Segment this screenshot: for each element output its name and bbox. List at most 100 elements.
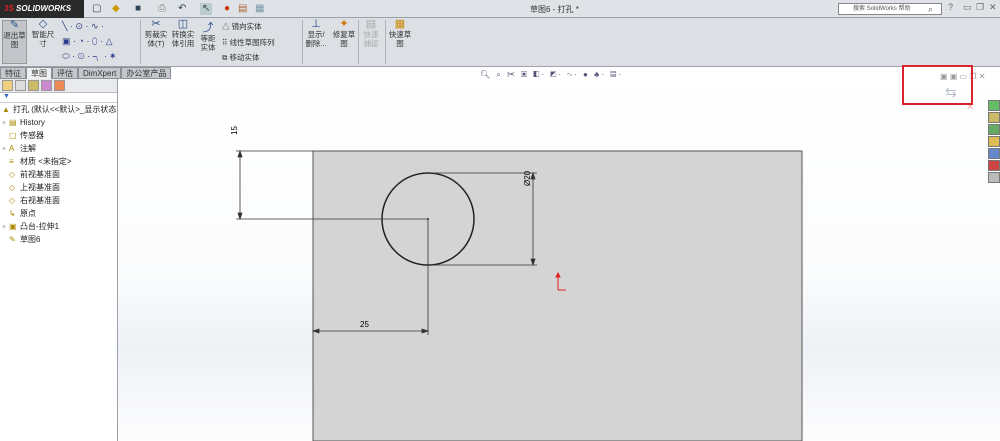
repair-label: 修复草图	[332, 30, 356, 48]
trim-icon: ✂	[151, 18, 161, 30]
repair-sketch-button[interactable]: ✦ 修复草图	[332, 18, 356, 49]
tree-item[interactable]: ◇ 前视基准面	[0, 168, 117, 181]
file-properties-icon[interactable]: ▤	[238, 3, 247, 15]
tree-item[interactable]: + ▤ History	[0, 116, 117, 129]
title-bar: 3S SOLIDWORKS ▢ ◆ ■ ⎙ ↶ ↖ ● ▤ ▦ 草图6 - 打孔…	[0, 0, 1000, 18]
tree-item-label: 传感器	[20, 131, 44, 140]
display-delete-relations-button[interactable]: ⊥ 显示/删除...	[304, 19, 328, 49]
tree-item[interactable]: ≡ 材质 <未指定>	[0, 155, 117, 168]
command-manager: ✎ 退出草图 ◇ 智能尺寸 ╲ · ⊙ · ∿ · ▣ · ◔ · ⬯ · △ ⬭ …	[0, 18, 1000, 67]
rectangle-icon[interactable]: ▣ · ◔ · ⬯ · △	[62, 36, 113, 47]
tree-item[interactable]: ✎ 草图6	[0, 233, 117, 246]
rapid-sketch-icon: ▦	[394, 18, 406, 30]
graphics-area[interactable]	[118, 67, 1000, 441]
tree-item-icon: ✎	[9, 235, 16, 244]
close-icon[interactable]: ✕	[989, 2, 997, 13]
quick-snap-icon: ▤	[365, 18, 377, 30]
mirror-label: 镜向实体	[231, 22, 262, 31]
view-palette-icon[interactable]	[988, 136, 1000, 147]
rapid-sketch-label: 快速草图	[388, 30, 412, 48]
dimxpert-manager-icon[interactable]	[41, 80, 52, 91]
minimize-icon[interactable]: ▭	[963, 2, 972, 13]
command-tabs: 特征 草图 评估 DimXpert 办公室产品	[0, 67, 172, 79]
tree-item-icon: A	[9, 144, 15, 153]
tree-item-icon: ▤	[9, 118, 17, 127]
smart-dimension-label: 智能尺寸	[31, 30, 55, 48]
rebuild-icon[interactable]: ●	[224, 3, 230, 15]
feature-manager-panel: ▼ ▲ 打孔 (默认<<默认>_显示状态 + ▤ History ▢ 传感器 + A 注解 ≡ 材质…	[0, 79, 118, 441]
task-pane-home-icon[interactable]	[988, 100, 1000, 111]
smart-dimension-button[interactable]: ◇ 智能尺寸	[30, 19, 56, 49]
tree-item-icon: ▢	[9, 131, 17, 140]
tree-item-label: 草图6	[20, 235, 41, 244]
custom-properties-icon[interactable]	[988, 160, 1000, 171]
file-explorer-icon[interactable]	[988, 124, 1000, 135]
solidworks-logo[interactable]: 3S SOLIDWORKS	[0, 0, 84, 18]
restore-icon[interactable]: ❐	[976, 2, 984, 13]
mirror-button[interactable]: △ 镜向实体	[222, 22, 262, 31]
panel-tabs	[0, 79, 117, 93]
convert-icon: ◫	[177, 18, 189, 30]
quick-snap-label: 快速捕捉	[363, 30, 379, 48]
display-delete-label: 显示/删除...	[305, 30, 327, 48]
exit-sketch-button[interactable]: ✎ 退出草图	[2, 20, 27, 64]
offset-icon: ⤴	[202, 22, 214, 34]
linear-pattern-label: 线性草图阵列	[229, 38, 275, 47]
tree-item[interactable]: + ▣ 凸台-拉伸1	[0, 220, 117, 233]
tree-item-icon: ◇	[9, 196, 16, 205]
help-search-input[interactable]: 搜索 SolidWorks 帮助	[838, 3, 942, 15]
tree-item[interactable]: ◇ 上视基准面	[0, 181, 117, 194]
property-manager-icon[interactable]	[15, 80, 26, 91]
select-icon[interactable]: ↖	[200, 3, 213, 15]
trim-button[interactable]: ✂ 剪裁实体(T)	[143, 18, 169, 49]
move-button[interactable]: ⧉ 移动实体	[222, 53, 259, 62]
tree-item[interactable]: ▢ 传感器	[0, 129, 117, 142]
feature-manager-icon[interactable]	[2, 80, 13, 91]
exit-sketch-label: 退出草图	[3, 31, 26, 49]
convert-entities-button[interactable]: ◫ 转换实体引用	[170, 18, 196, 49]
search-icon[interactable]: ⌕	[928, 4, 933, 15]
logo-text: SOLIDWORKS	[16, 4, 72, 13]
tab-office-products[interactable]: 办公室产品	[121, 67, 172, 79]
save-icon[interactable]: ■	[135, 3, 141, 15]
tab-sketch[interactable]: 草图	[26, 67, 52, 79]
move-label: 移动实体	[229, 53, 260, 62]
repair-icon: ✦	[339, 18, 349, 30]
heads-up-view-toolbar[interactable]: 🔍︎ ⌕ ✂ ▣ ◧· ◩· ∿· ● ♣· ▤·	[480, 70, 623, 80]
exit-sketch-icon: ✎	[9, 19, 20, 31]
offset-button[interactable]: ⤴ 等距实体	[197, 22, 219, 53]
tree-item-label: 材质 <未指定>	[20, 157, 72, 166]
appearances-icon[interactable]	[988, 148, 1000, 159]
design-library-icon[interactable]	[988, 112, 1000, 123]
tab-features[interactable]: 特征	[0, 67, 26, 79]
configuration-manager-icon[interactable]	[28, 80, 39, 91]
tab-evaluate[interactable]: 评估	[52, 67, 78, 79]
display-manager-icon[interactable]	[54, 80, 65, 91]
help-icon[interactable]: ?	[948, 2, 953, 12]
undo-icon[interactable]: ↶	[178, 3, 186, 15]
tree-root-label: 打孔 (默认<<默认>_显示状态	[13, 105, 117, 114]
rapid-sketch-button[interactable]: ▦ 快速草图	[388, 18, 412, 49]
quick-snaps-button[interactable]: ▤ 快速捕捉	[360, 18, 382, 49]
filter-icon[interactable]: ▼	[0, 93, 117, 103]
tree-item[interactable]: ↳ 原点	[0, 207, 117, 220]
tree-item-icon: ▣	[9, 222, 17, 231]
print-icon[interactable]: ⎙	[158, 3, 166, 15]
line-icon[interactable]: ╲ · ⊙ · ∿ ·	[62, 21, 104, 32]
tree-root[interactable]: ▲ 打孔 (默认<<默认>_显示状态	[0, 103, 117, 116]
tree-item[interactable]: + A 注解	[0, 142, 117, 155]
tree-item-label: 前视基准面	[20, 170, 60, 179]
slot-icon[interactable]: ⬭ · ⊙ · ╮ · ✶	[62, 51, 116, 62]
linear-pattern-button[interactable]: ⠿ 线性草图阵列	[222, 38, 275, 47]
tree-item-icon: ◇	[9, 170, 16, 179]
open-icon[interactable]: ◆	[112, 3, 120, 15]
tree-item[interactable]: ◇ 右视基准面	[0, 194, 117, 207]
tree-item-label: 原点	[20, 209, 36, 218]
convert-label: 转换实体引用	[171, 30, 195, 48]
new-document-icon[interactable]: ▢	[92, 3, 101, 15]
options-icon[interactable]: ▦	[255, 3, 264, 15]
tree-item-label: 凸台-拉伸1	[20, 222, 60, 231]
offset-label: 等距实体	[200, 34, 216, 52]
tab-dimxpert[interactable]: DimXpert	[78, 67, 122, 79]
forum-icon[interactable]	[988, 172, 1000, 183]
